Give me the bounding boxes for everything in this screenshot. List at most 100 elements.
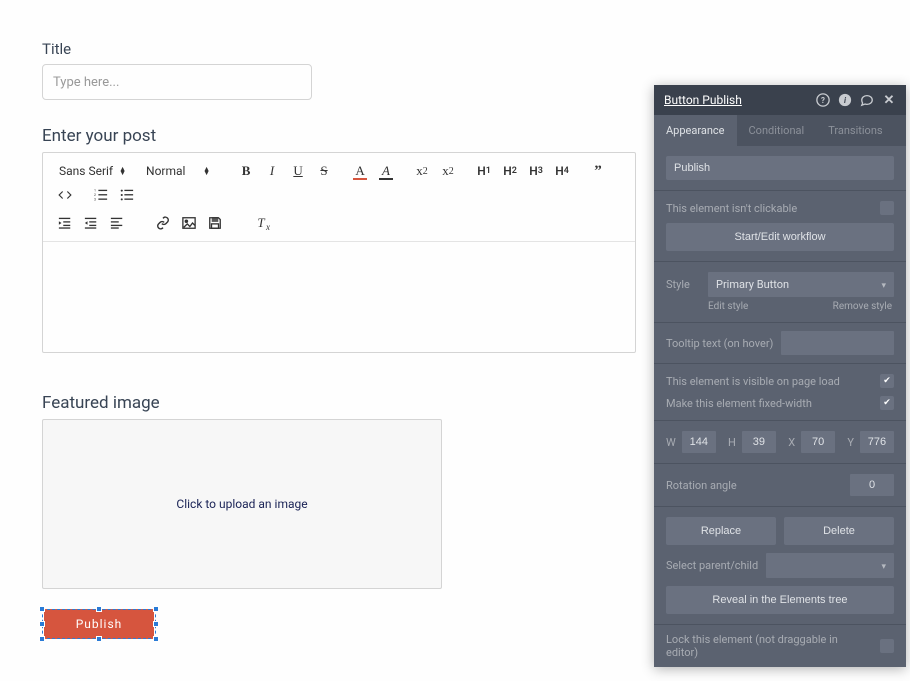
heading3-button[interactable]: H3 [524,159,548,183]
title-label: Title [42,40,608,58]
y-label: Y [847,436,854,449]
style-value: Primary Button [716,278,789,291]
select-parent-label: Select parent/child [666,559,758,572]
indent-decrease-button[interactable] [53,211,77,235]
image-button[interactable] [177,211,201,235]
panel-title[interactable]: Button Publish [664,93,742,107]
subscript-button[interactable]: x2 [436,159,460,183]
featured-label: Featured image [42,393,608,413]
comment-icon[interactable] [860,93,874,107]
blockquote-button[interactable]: ” [586,159,610,183]
title-input[interactable]: Type here... [42,64,312,100]
text-color-button[interactable]: A [348,159,372,183]
height-input[interactable] [742,431,776,453]
font-style-value: Normal [146,164,185,178]
publish-button[interactable]: Publish [44,609,154,639]
sort-arrows-icon: ▲▼ [203,167,210,175]
tooltip-label: Tooltip text (on hover) [666,337,773,350]
tab-appearance[interactable]: Appearance [654,115,737,146]
dimensions-section: W H X Y [654,421,906,464]
heading4-button[interactable]: H4 [550,159,574,183]
link-button[interactable] [151,211,175,235]
element-text-section [654,146,906,191]
chevron-down-icon [881,278,886,291]
post-label: Enter your post [42,126,608,146]
x-label: X [788,436,795,449]
width-label: W [666,436,676,449]
panel-tabs: Appearance Conditional Transitions [654,115,906,146]
underline-button[interactable]: U [286,159,310,183]
panel-body: This element isn't clickable Start/Edit … [654,146,906,667]
lock-label: Lock this element (not draggable in edit… [666,633,872,659]
highlight-color-button[interactable]: A [374,159,398,183]
sort-arrows-icon: ▲▼ [119,167,126,175]
editor-toolbar: Sans Serif ▲▼ Normal ▲▼ B I U S A A [43,153,635,242]
help-icon[interactable]: ? [816,93,830,107]
workflow-button[interactable]: Start/Edit workflow [666,223,894,251]
font-family-select[interactable]: Sans Serif ▲▼ [53,160,132,182]
chevron-down-icon [881,559,886,572]
edit-style-link[interactable]: Edit style [708,301,748,312]
property-panel[interactable]: Button Publish ? i ✕ Appearance Conditio… [654,85,906,667]
visible-label: This element is visible on page load [666,375,840,388]
editor-canvas: Title Type here... Enter your post Sans … [0,0,650,681]
style-section: Style Primary Button Edit style Remove s… [654,262,906,323]
rotation-input[interactable] [850,474,894,496]
visibility-section: This element is visible on page load Mak… [654,364,906,421]
align-button[interactable] [105,211,129,235]
superscript-button[interactable]: x2 [410,159,434,183]
actions-section: Replace Delete Select parent/child Revea… [654,507,906,625]
code-block-button[interactable] [53,183,77,207]
close-icon[interactable]: ✕ [882,93,896,107]
x-input[interactable] [801,431,835,453]
tab-conditional[interactable]: Conditional [737,115,817,146]
rich-text-editor[interactable]: Sans Serif ▲▼ Normal ▲▼ B I U S A A [42,152,636,353]
fixed-width-checkbox[interactable] [880,396,894,410]
svg-text:1: 1 [94,189,96,193]
fixed-width-label: Make this element fixed-width [666,397,812,410]
height-label: H [728,436,736,449]
font-style-select[interactable]: Normal ▲▼ [140,160,216,182]
visible-checkbox[interactable] [880,374,894,388]
publish-label: Publish [76,617,123,631]
bullet-list-button[interactable] [115,183,139,207]
publish-button-selection[interactable]: Publish [42,609,156,639]
width-input[interactable] [682,431,716,453]
editor-content-area[interactable] [43,242,635,352]
rotation-label: Rotation angle [666,479,737,492]
reveal-tree-button[interactable]: Reveal in the Elements tree [666,586,894,614]
info-icon[interactable]: i [838,93,852,107]
rotation-section: Rotation angle [654,464,906,507]
remove-style-link[interactable]: Remove style [833,301,892,312]
tab-transitions[interactable]: Transitions [816,115,894,146]
element-text-input[interactable] [666,156,894,180]
italic-button[interactable]: I [260,159,284,183]
style-select[interactable]: Primary Button [708,272,894,297]
featured-image-upload[interactable]: Click to upload an image [42,419,442,589]
heading2-button[interactable]: H2 [498,159,522,183]
ordered-list-button[interactable]: 123 [89,183,113,207]
clear-format-button[interactable]: Tx [249,211,273,235]
strikethrough-button[interactable]: S [312,159,336,183]
lock-checkbox[interactable] [880,639,894,653]
heading1-button[interactable]: H1 [472,159,496,183]
not-clickable-checkbox[interactable] [880,201,894,215]
title-placeholder: Type here... [53,75,119,90]
bold-button[interactable]: B [234,159,258,183]
workflow-section: This element isn't clickable Start/Edit … [654,191,906,262]
delete-button[interactable]: Delete [784,517,894,545]
style-label: Style [666,278,700,291]
svg-text:?: ? [821,96,825,105]
panel-header[interactable]: Button Publish ? i ✕ [654,85,906,115]
select-parent-dropdown[interactable] [766,553,894,578]
tooltip-input[interactable] [781,331,894,355]
svg-text:3: 3 [94,197,96,201]
indent-increase-button[interactable] [79,211,103,235]
tooltip-section: Tooltip text (on hover) [654,323,906,364]
save-icon-button[interactable] [203,211,227,235]
not-clickable-label: This element isn't clickable [666,202,797,215]
y-input[interactable] [860,431,894,453]
replace-button[interactable]: Replace [666,517,776,545]
upload-text: Click to upload an image [176,497,307,511]
lock-section: Lock this element (not draggable in edit… [654,625,906,667]
